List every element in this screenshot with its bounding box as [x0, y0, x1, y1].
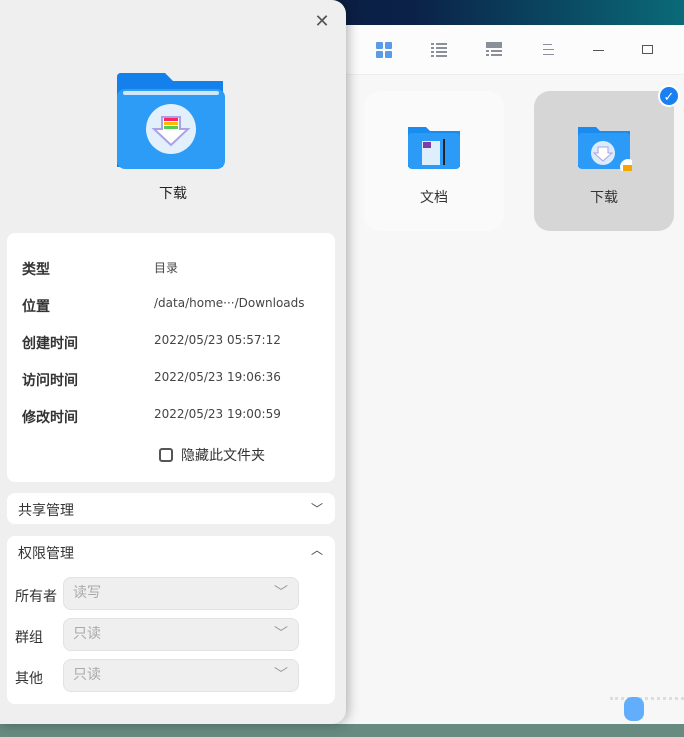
- file-name: 文档: [420, 190, 448, 206]
- downloads-folder-icon: [578, 127, 632, 171]
- property-label: 创建时间: [22, 336, 78, 352]
- owner-permission-select[interactable]: 读写 ﹀: [63, 577, 299, 610]
- downloads-folder-icon: [117, 73, 225, 169]
- selected-check-icon: ✓: [658, 85, 680, 107]
- hide-folder-checkbox[interactable]: 隐藏此文件夹: [159, 445, 265, 465]
- owner-label: 所有者: [15, 589, 57, 605]
- file-name: 下载: [590, 190, 618, 206]
- select-value: 读写: [73, 585, 101, 601]
- properties-dialog: ✕ 下载 类型 目录 位置/data/home···/Downloads 创建时间…: [0, 0, 346, 724]
- list-view-button[interactable]: [431, 42, 447, 57]
- property-value: 2022/05/23 19:06:36: [154, 370, 281, 384]
- property-label: 位置: [22, 299, 50, 315]
- checkbox-label: 隐藏此文件夹: [181, 448, 265, 464]
- chevron-up-icon[interactable]: ︿: [311, 541, 323, 558]
- maximize-button[interactable]: [640, 42, 656, 56]
- detail-view-button[interactable]: [486, 42, 502, 56]
- group-label: 群组: [15, 630, 43, 646]
- group-permission-select[interactable]: 只读 ﹀: [63, 618, 299, 651]
- section-title: 权限管理: [18, 546, 74, 562]
- other-label: 其他: [15, 671, 43, 687]
- checkbox-icon[interactable]: [159, 448, 173, 462]
- file-item-documents[interactable]: 文档: [364, 91, 504, 231]
- select-value: 只读: [73, 667, 101, 683]
- chevron-down-icon: ﹀: [274, 667, 288, 683]
- icon-view-button[interactable]: [376, 42, 392, 58]
- file-item-downloads[interactable]: ✓ 下载: [534, 85, 680, 231]
- property-label: 修改时间: [22, 410, 78, 426]
- property-value: /data/home···/Downloads: [154, 296, 305, 310]
- menu-icon[interactable]: [541, 42, 557, 56]
- property-value: 目录: [154, 261, 179, 275]
- close-icon[interactable]: ✕: [312, 12, 332, 32]
- chevron-down-icon: ﹀: [274, 626, 288, 642]
- property-value: 2022/05/23 19:00:59: [154, 407, 281, 421]
- other-permission-select[interactable]: 只读 ﹀: [63, 659, 299, 692]
- chevron-down-icon[interactable]: ﹀: [311, 500, 323, 517]
- zoom-slider-track[interactable]: [610, 697, 684, 700]
- select-value: 只读: [73, 626, 101, 642]
- basic-info-card: 类型 目录 位置/data/home···/Downloads 创建时间 2022/…: [7, 233, 335, 482]
- minimize-button[interactable]: [591, 42, 607, 56]
- share-section[interactable]: 共享管理 ﹀: [7, 493, 335, 524]
- chevron-down-icon: ﹀: [274, 585, 288, 601]
- toolbar: [300, 25, 684, 75]
- property-label: 类型: [22, 262, 50, 278]
- property-label: 访问时间: [22, 373, 78, 389]
- file-manager-window: 文档 ✓ 下载: [300, 25, 684, 724]
- section-title: 共享管理: [18, 503, 74, 519]
- taskbar: [0, 724, 684, 737]
- property-value: 2022/05/23 05:57:12: [154, 333, 281, 347]
- dialog-title: 下载: [159, 186, 187, 202]
- documents-folder-icon: [408, 127, 460, 169]
- zoom-slider-handle[interactable]: [624, 697, 644, 721]
